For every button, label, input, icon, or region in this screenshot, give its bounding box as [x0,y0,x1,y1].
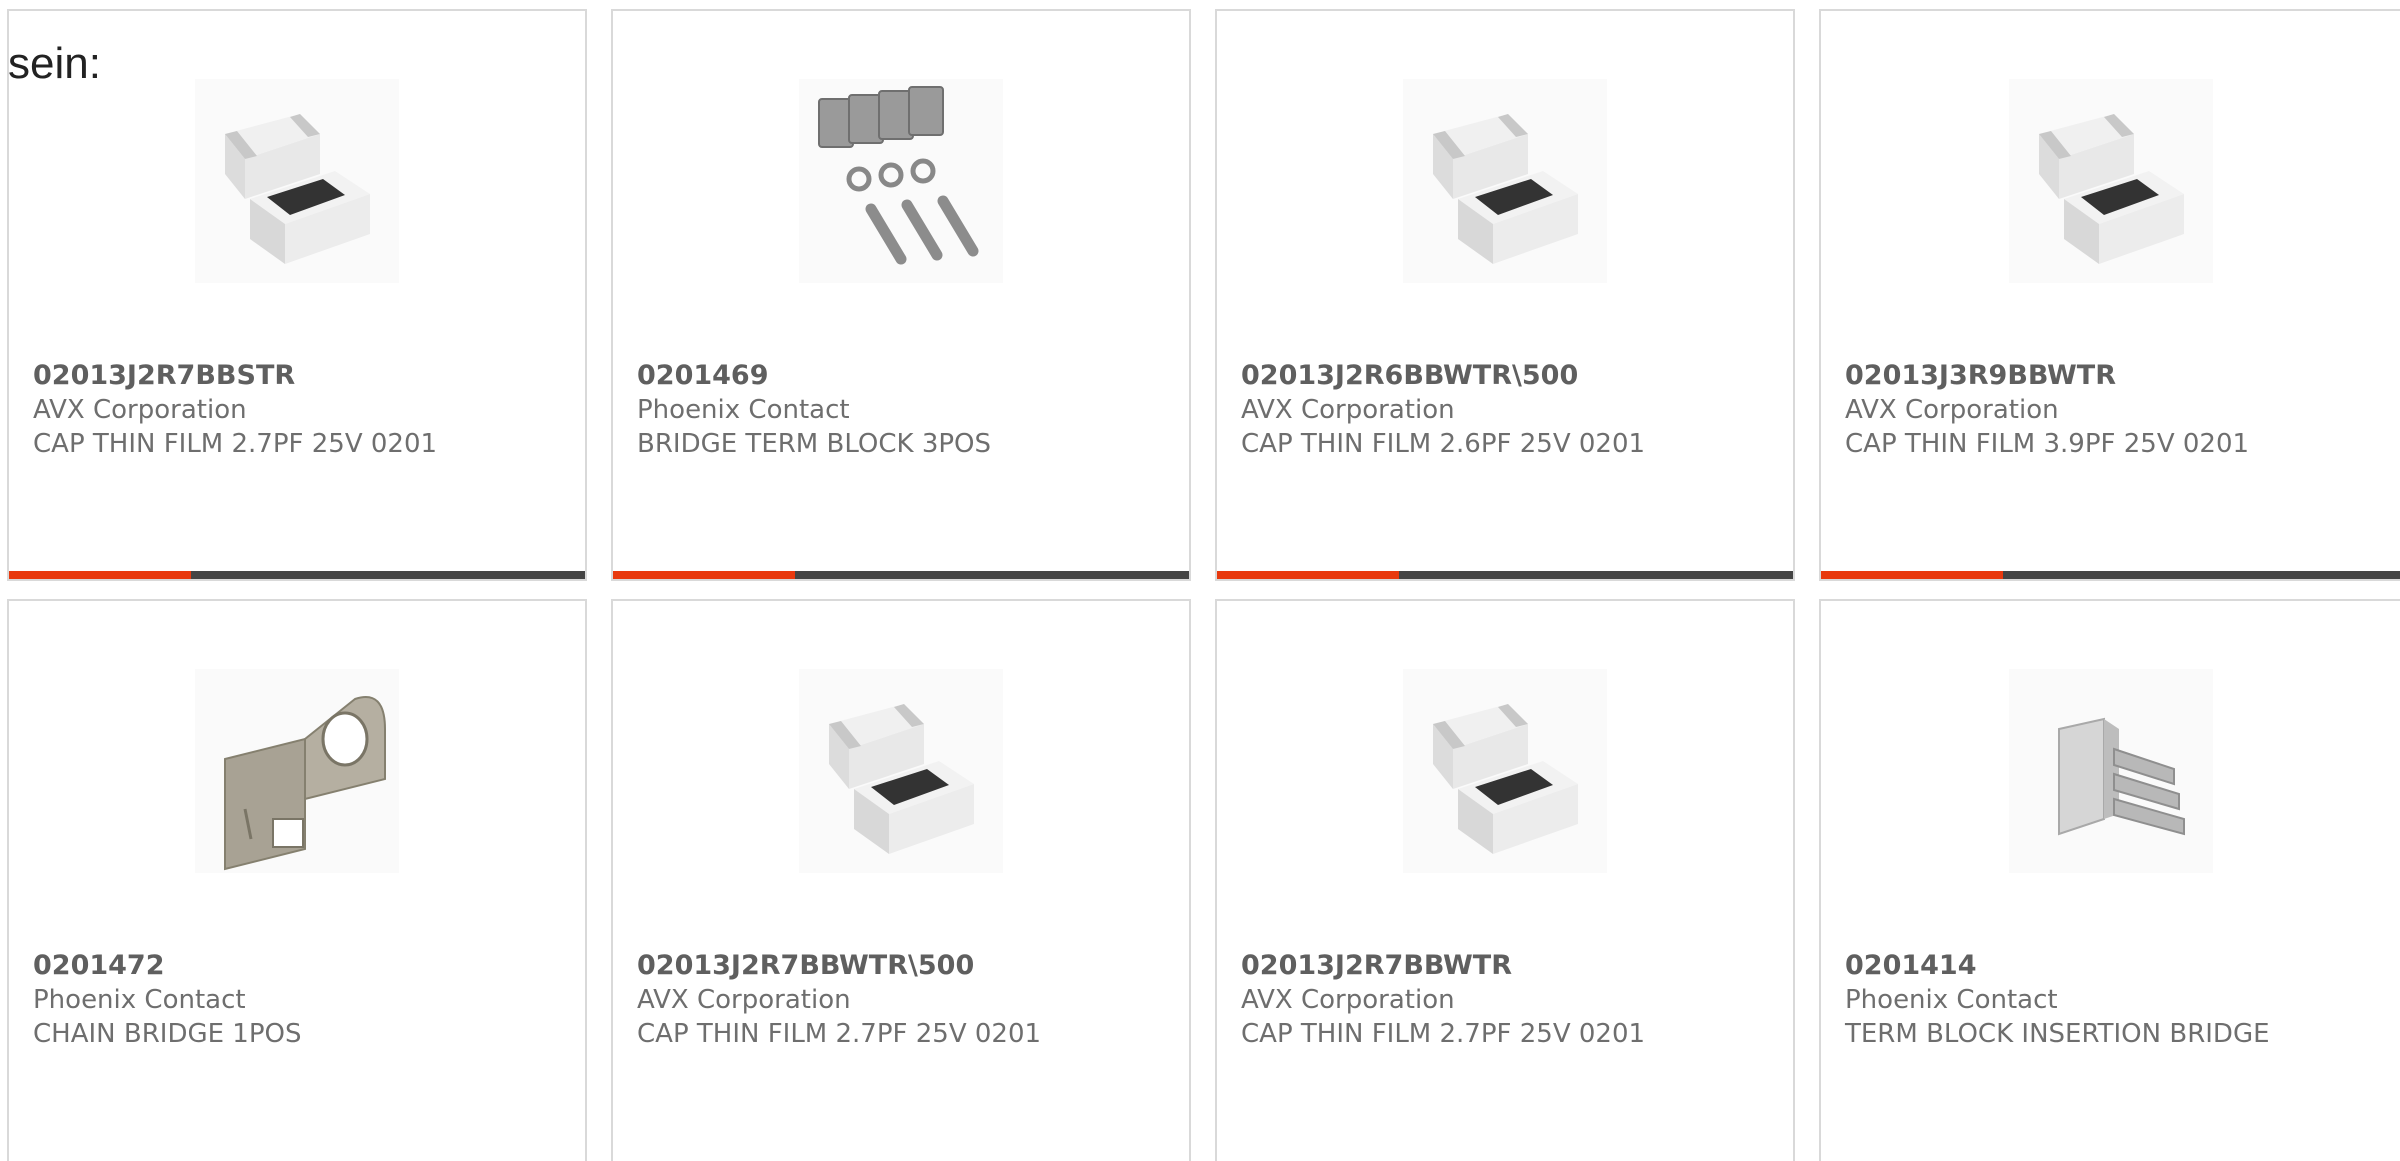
part-number[interactable]: 02013J2R7BBWTR [1241,949,1783,983]
product-card[interactable]: 02013J2R7BBWTR AVX Corporation CAP THIN … [1215,599,1795,1161]
manufacturer: AVX Corporation [33,395,247,425]
part-number[interactable]: 02013J2R7BBWTR\500 [637,949,1179,983]
product-info: 02013J3R9BBWTR AVX Corporation CAP THIN … [1845,359,2390,461]
part-number[interactable]: 02013J3R9BBWTR [1845,359,2390,393]
manufacturer: Phoenix Contact [33,985,246,1015]
chip-capacitor-image [799,669,1003,873]
card-accent-bar [1821,571,2003,579]
card-bottom-bar [1821,571,2400,579]
part-number[interactable]: 02013J2R7BBSTR [33,359,575,393]
part-number[interactable]: 0201414 [1845,949,2390,983]
chain-bridge-image [195,669,399,873]
part-number[interactable]: 0201469 [637,359,1179,393]
manufacturer: AVX Corporation [1241,985,1455,1015]
product-card[interactable]: 02013J2R7BBWTR\500 AVX Corporation CAP T… [611,599,1191,1161]
card-accent-bar [1217,571,1399,579]
product-info: 02013J2R6BBWTR\500 AVX Corporation CAP T… [1241,359,1783,461]
lead-text: sein: [8,39,101,88]
product-description: TERM BLOCK INSERTION BRIDGE [1845,1019,2270,1049]
product-card[interactable]: 0201414 Phoenix Contact TERM BLOCK INSER… [1819,599,2400,1161]
chip-capacitor-image [1403,669,1607,873]
card-bottom-bar [1217,571,1793,579]
chip-capacitor-image [2008,79,2213,283]
chip-capacitor-image [195,79,399,283]
part-number[interactable]: 0201472 [33,949,575,983]
product-card[interactable]: 0201472 Phoenix Contact CHAIN BRIDGE 1PO… [7,599,587,1161]
product-info: 0201414 Phoenix Contact TERM BLOCK INSER… [1845,949,2390,1051]
manufacturer: AVX Corporation [1241,395,1455,425]
product-description: CAP THIN FILM 2.7PF 25V 0201 [1241,1019,1646,1049]
manufacturer: AVX Corporation [637,985,851,1015]
product-info: 02013J2R7BBWTR AVX Corporation CAP THIN … [1241,949,1783,1051]
product-card[interactable]: 02013J3R9BBWTR AVX Corporation CAP THIN … [1819,9,2400,581]
card-accent-bar [613,571,795,579]
chip-capacitor-image [1403,79,1607,283]
product-description: CAP THIN FILM 2.7PF 25V 0201 [637,1019,1042,1049]
product-card[interactable]: 02013J2R7BBSTR AVX Corporation CAP THIN … [7,9,587,581]
product-description: CAP THIN FILM 2.7PF 25V 0201 [33,429,438,459]
card-accent-bar [9,571,191,579]
product-description: BRIDGE TERM BLOCK 3POS [637,429,992,459]
part-number[interactable]: 02013J2R6BBWTR\500 [1241,359,1783,393]
product-description: CAP THIN FILM 3.9PF 25V 0201 [1845,429,2250,459]
product-info: 02013J2R7BBSTR AVX Corporation CAP THIN … [33,359,575,461]
product-info: 0201472 Phoenix Contact CHAIN BRIDGE 1PO… [33,949,575,1051]
manufacturer: Phoenix Contact [637,395,850,425]
manufacturer: AVX Corporation [1845,395,2059,425]
card-bottom-bar [613,571,1189,579]
product-grid: 02013J2R7BBSTR AVX Corporation CAP THIN … [0,0,2400,1161]
insertion-bridge-image [2008,669,2213,873]
product-card[interactable]: 0201469 Phoenix Contact BRIDGE TERM BLOC… [611,9,1191,581]
manufacturer: Phoenix Contact [1845,985,2058,1015]
product-info: 02013J2R7BBWTR\500 AVX Corporation CAP T… [637,949,1179,1051]
bridge-screws-image [799,79,1003,283]
product-card[interactable]: 02013J2R6BBWTR\500 AVX Corporation CAP T… [1215,9,1795,581]
card-bottom-bar [9,571,585,579]
product-description: CHAIN BRIDGE 1POS [33,1019,302,1049]
product-description: CAP THIN FILM 2.6PF 25V 0201 [1241,429,1646,459]
product-info: 0201469 Phoenix Contact BRIDGE TERM BLOC… [637,359,1179,461]
